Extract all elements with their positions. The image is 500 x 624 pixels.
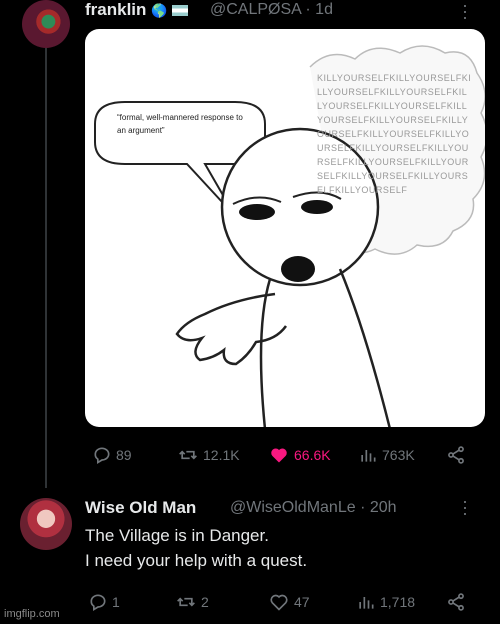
globe-icon: 🌎: [151, 3, 168, 18]
reply-count: 89: [116, 447, 132, 463]
views-action[interactable]: 763K: [358, 445, 415, 465]
tweet-text-line: The Village is in Danger.: [85, 526, 269, 545]
reply-action[interactable]: 89: [92, 445, 132, 465]
thought-cloud-text: KILLYOURSELFKILLYOURSELFKILLYOURSELFKILL…: [317, 73, 472, 195]
watermark: imgflip.com: [4, 608, 60, 620]
heart-filled-icon: [271, 448, 287, 463]
tweet-text: The Village is in Danger. I need your he…: [85, 523, 307, 573]
views-action[interactable]: 1,718: [356, 592, 415, 612]
speech-bubble-text: “formal, well-mannered response to an ar…: [117, 113, 243, 135]
handle-time[interactable]: @WiseOldManLe · 20h: [230, 499, 397, 517]
reply-action[interactable]: 1: [88, 592, 120, 612]
reply-icon: [90, 594, 106, 611]
share-icon: [448, 593, 464, 611]
avatar[interactable]: [22, 0, 70, 48]
retweet-action[interactable]: 12.1K: [177, 445, 240, 465]
retweet-icon: [177, 597, 195, 607]
flag-icon: [172, 5, 189, 17]
retweet-count: 12.1K: [203, 447, 240, 463]
retweet-action[interactable]: 2: [175, 592, 209, 612]
share-action[interactable]: [446, 592, 466, 612]
handle-time[interactable]: @CALPØSA · 1d: [210, 1, 333, 19]
views-count: 1,718: [380, 594, 416, 610]
more-options-icon[interactable]: · · ·: [462, 492, 468, 522]
share-icon: [448, 446, 464, 464]
like-count: 47: [294, 594, 310, 610]
display-name[interactable]: franklin 🌎: [85, 0, 189, 20]
thread-line: [45, 48, 47, 488]
more-options-icon[interactable]: · · ·: [462, 0, 468, 26]
views-icon: [361, 450, 376, 462]
like-count: 66.6K: [294, 447, 331, 463]
retweet-count: 2: [201, 594, 209, 610]
tweet-text-line: I need your help with a quest.: [85, 551, 308, 570]
avatar[interactable]: [20, 498, 72, 550]
like-action[interactable]: 66.6K: [268, 445, 331, 465]
like-action[interactable]: 47: [268, 592, 310, 612]
reply-icon: [94, 447, 110, 464]
tweet-image[interactable]: “formal, well-mannered response to an ar…: [85, 29, 485, 427]
retweet-icon: [179, 450, 197, 460]
views-count: 763K: [382, 447, 415, 463]
views-icon: [359, 597, 374, 609]
share-action[interactable]: [446, 445, 466, 465]
display-name[interactable]: Wise Old Man: [85, 498, 196, 518]
heart-icon: [270, 594, 288, 611]
reply-count: 1: [112, 594, 120, 610]
